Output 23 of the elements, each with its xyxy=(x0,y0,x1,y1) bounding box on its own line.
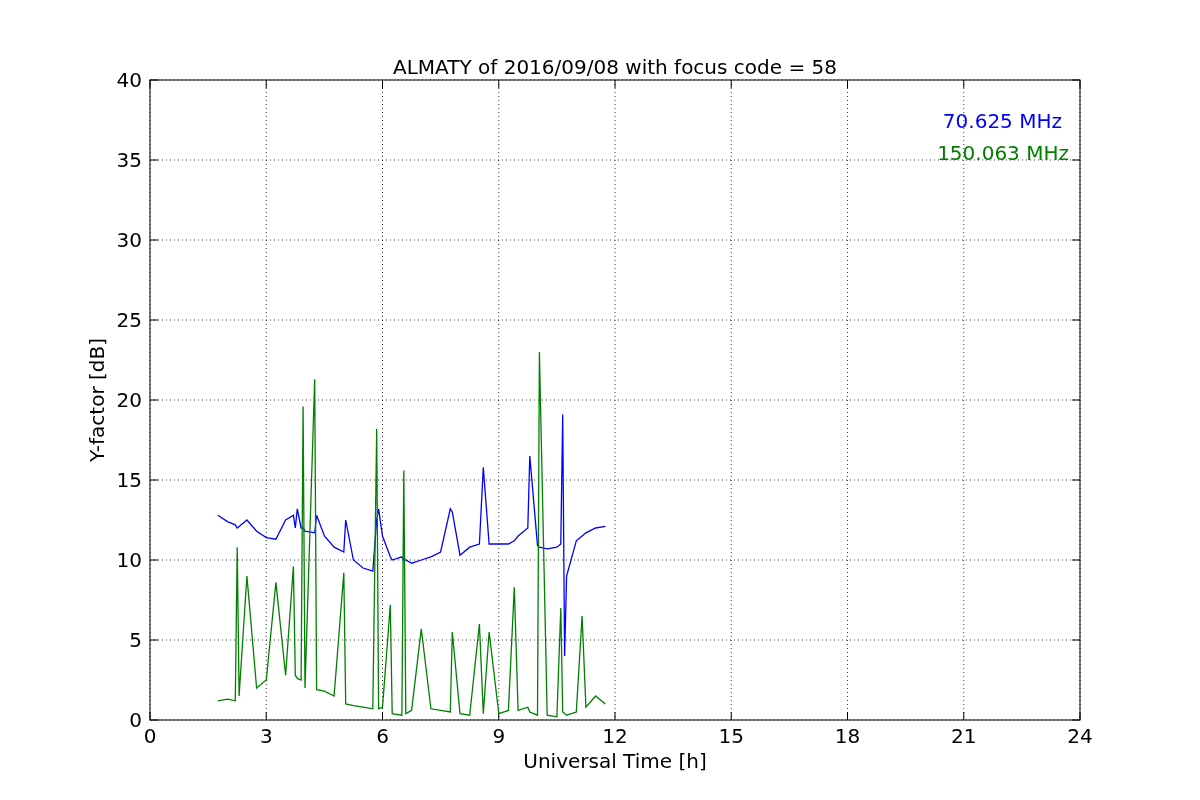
x-tick-label: 21 xyxy=(951,724,977,748)
x-tick-label: 6 xyxy=(376,724,389,748)
x-tick-label: 12 xyxy=(602,724,628,748)
legend-label: 70.625 MHz xyxy=(942,109,1062,133)
y-tick-label: 5 xyxy=(129,628,142,652)
y-tick-label: 0 xyxy=(129,708,142,732)
y-tick-label: 25 xyxy=(116,308,142,332)
x-tick-label: 15 xyxy=(718,724,744,748)
x-tick-label: 18 xyxy=(834,724,861,748)
x-tick-label: 3 xyxy=(259,724,273,748)
y-tick-label: 40 xyxy=(116,68,142,92)
y-tick-label: 10 xyxy=(116,548,142,572)
chart-title: ALMATY of 2016/09/08 with focus code = 58 xyxy=(393,55,837,79)
y-tick-label: 20 xyxy=(116,388,142,412)
x-tick-label: 0 xyxy=(143,724,157,748)
y-axis-label: Y-factor [dB] xyxy=(85,338,109,462)
y-tick-label: 30 xyxy=(116,228,142,252)
x-axis-label: Universal Time [h] xyxy=(523,749,707,773)
x-tick-label: 24 xyxy=(1067,724,1093,748)
y-tick-label: 15 xyxy=(116,468,142,492)
legend-label: 150.063 MHz xyxy=(937,141,1069,165)
y-tick-label: 35 xyxy=(116,148,142,172)
x-tick-label: 9 xyxy=(492,724,506,748)
